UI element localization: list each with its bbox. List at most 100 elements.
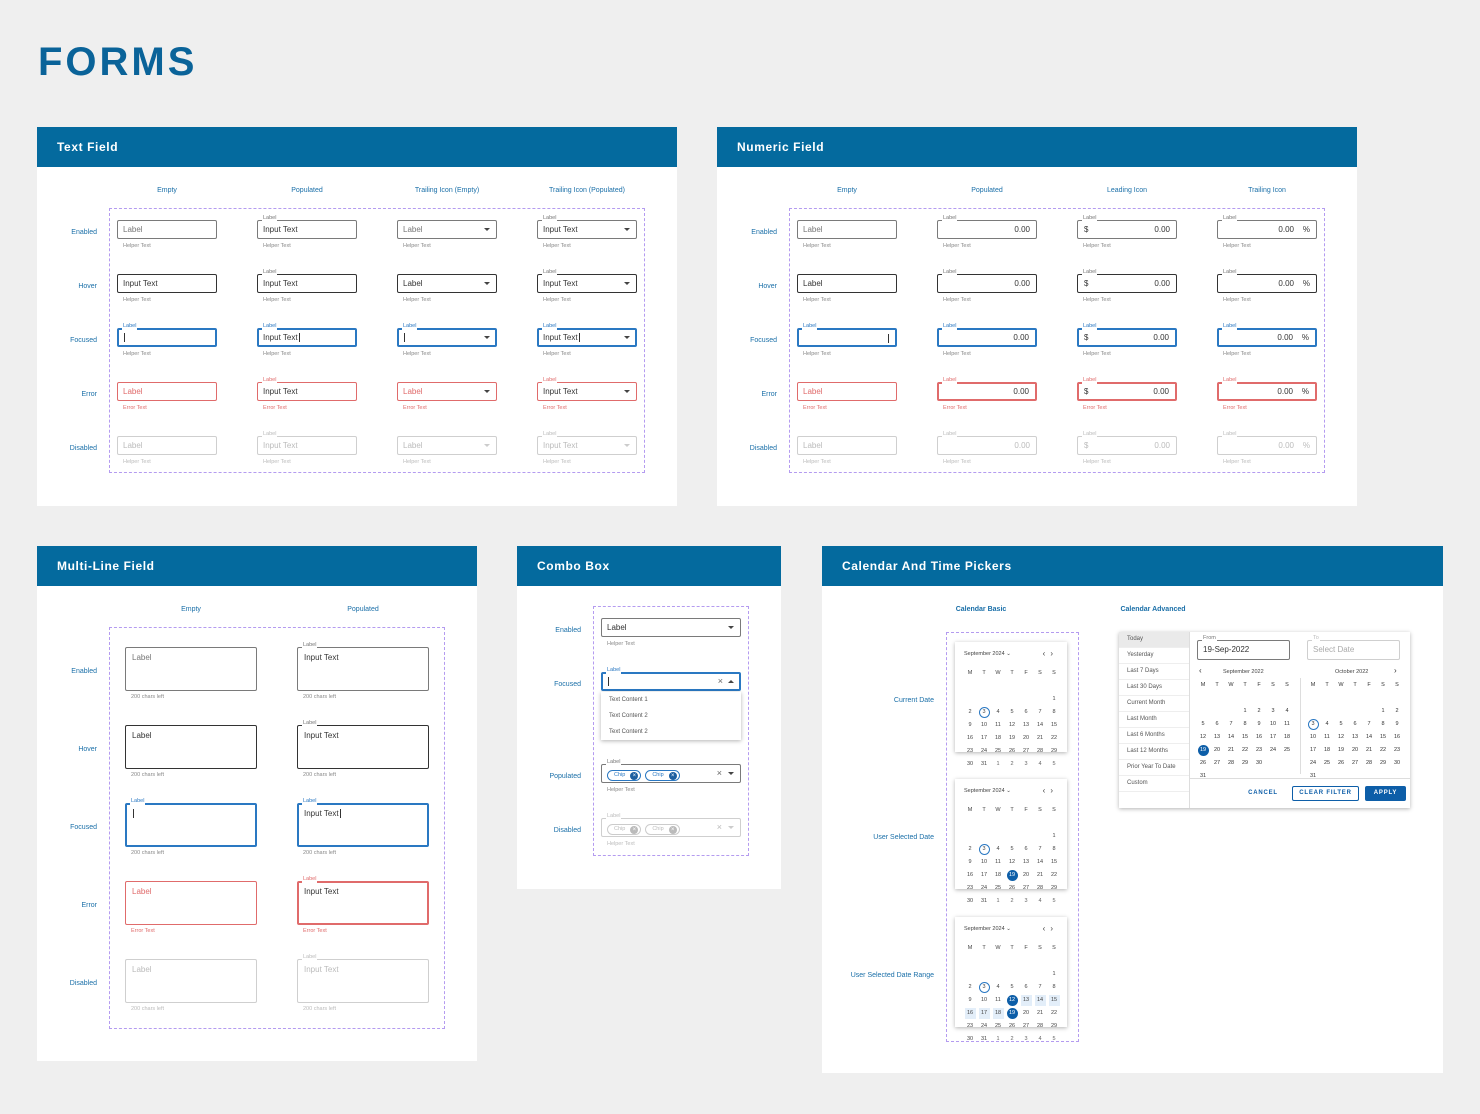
dropdown-option[interactable]: Text Content 2: [601, 724, 741, 740]
calendar-day[interactable]: 25: [1322, 758, 1333, 769]
calendar-day[interactable]: 11: [1282, 719, 1293, 730]
calendar-day[interactable]: 7: [1035, 844, 1046, 855]
calendar-day[interactable]: 22: [1049, 870, 1060, 881]
calendar-day[interactable]: 26: [1198, 758, 1209, 769]
calendar-day[interactable]: 25: [1282, 745, 1293, 756]
calendar-day[interactable]: 5: [1336, 719, 1347, 730]
to-date-field[interactable]: To Select Date: [1307, 635, 1400, 660]
calendar-day[interactable]: 23: [1254, 745, 1265, 756]
calendar-day[interactable]: 1: [1378, 706, 1389, 717]
calendar-day[interactable]: 16: [965, 733, 976, 744]
calendar-day[interactable]: 8: [1240, 719, 1251, 730]
currency-field[interactable]: Label $0.00: [1077, 323, 1177, 347]
numeric-field[interactable]: Label 0.00: [937, 377, 1037, 401]
calendar-day[interactable]: 4: [1035, 759, 1046, 770]
calendar-day[interactable]: 5: [1007, 844, 1018, 855]
calendar-day[interactable]: 30: [1392, 758, 1403, 769]
calendar-day[interactable]: 20: [1021, 733, 1032, 744]
calendar-day[interactable]: 18: [993, 733, 1004, 744]
calendar-day[interactable]: 31: [979, 759, 990, 770]
calendar-day[interactable]: 11: [993, 857, 1004, 868]
calendar-day[interactable]: 13: [1020, 995, 1032, 1006]
multi-line-field[interactable]: Label Input Text: [297, 642, 429, 691]
quick-select-item[interactable]: Last 6 Months: [1119, 728, 1189, 744]
calendar-day[interactable]: 2: [965, 707, 976, 718]
combo-box[interactable]: Label Chip × Chip × ×: [601, 759, 741, 783]
calendar-day[interactable]: 4: [993, 982, 1004, 993]
percent-field[interactable]: Label 0.00%: [1217, 269, 1317, 293]
cancel-button[interactable]: CANCEL: [1241, 786, 1285, 801]
calendar-day[interactable]: 5: [1049, 896, 1060, 907]
calendar-day[interactable]: 9: [965, 995, 976, 1006]
percent-field[interactable]: Label 0.00%: [1217, 215, 1317, 239]
calendar-day[interactable]: 23: [965, 883, 976, 894]
chevron-right-icon[interactable]: ›: [1050, 649, 1058, 658]
calendar-day[interactable]: 21: [1226, 745, 1237, 756]
chevron-left-icon[interactable]: ‹: [1199, 666, 1202, 675]
calendar-day[interactable]: 3: [978, 844, 990, 855]
apply-button[interactable]: APPLY: [1365, 786, 1406, 801]
calendar-day[interactable]: 13: [1350, 732, 1361, 743]
calendar-day[interactable]: 23: [965, 1021, 976, 1032]
calendar-day[interactable]: 4: [1322, 719, 1333, 730]
calendar-day[interactable]: 12: [1007, 720, 1018, 731]
calendar-day[interactable]: 16: [1392, 732, 1403, 743]
calendar-day[interactable]: 13: [1021, 857, 1032, 868]
multi-line-field[interactable]: Label: [125, 798, 257, 847]
calendar-day[interactable]: 30: [965, 1034, 976, 1045]
calendar-day[interactable]: 29: [1049, 883, 1060, 894]
calendar-day[interactable]: 31: [1198, 771, 1209, 782]
calendar-day[interactable]: 27: [1021, 1021, 1032, 1032]
month-nav[interactable]: ‹›: [1043, 649, 1058, 658]
calendar-day[interactable]: 22: [1049, 733, 1060, 744]
calendar-day[interactable]: 20: [1021, 1008, 1032, 1019]
calendar-day[interactable]: 22: [1378, 745, 1389, 756]
chip[interactable]: Chip ×: [645, 770, 680, 781]
calendar-day[interactable]: 5: [1007, 982, 1018, 993]
calendar-day[interactable]: 27: [1021, 746, 1032, 757]
calendar-day[interactable]: 19: [1006, 1008, 1018, 1019]
calendar-day[interactable]: 29: [1240, 758, 1251, 769]
calendar-day[interactable]: 10: [979, 720, 990, 731]
calendar-day[interactable]: 26: [1336, 758, 1347, 769]
calendar-day[interactable]: 5: [1198, 719, 1209, 730]
numeric-field[interactable]: Label: [797, 274, 897, 293]
currency-field[interactable]: Label $0.00: [1077, 215, 1177, 239]
percent-field[interactable]: Label 0.00%: [1217, 377, 1317, 401]
calendar-day[interactable]: 8: [1049, 982, 1060, 993]
calendar-day[interactable]: 14: [1364, 732, 1375, 743]
numeric-field[interactable]: Label: [797, 220, 897, 239]
calendar-day[interactable]: 23: [965, 746, 976, 757]
dropdown-option[interactable]: Text Content 1: [601, 692, 741, 708]
calendar-day[interactable]: 18: [1322, 745, 1333, 756]
calendar-day[interactable]: 31: [1308, 771, 1319, 782]
calendar-day[interactable]: 1: [993, 759, 1004, 770]
calendar-day[interactable]: 24: [979, 883, 990, 894]
calendar-day[interactable]: 13: [1021, 720, 1032, 731]
calendar-day[interactable]: 18: [1282, 732, 1293, 743]
calendar-day[interactable]: 28: [1035, 746, 1046, 757]
calendar-day[interactable]: 13: [1212, 732, 1223, 743]
calendar-day[interactable]: 26: [1007, 1021, 1018, 1032]
calendar-day[interactable]: 2: [965, 844, 976, 855]
calendar-day[interactable]: 24: [1308, 758, 1319, 769]
calendar-day[interactable]: 20: [1021, 870, 1032, 881]
calendar-day[interactable]: 5: [1007, 707, 1018, 718]
text-field[interactable]: Label Input Text: [257, 323, 357, 347]
chevron-right-icon[interactable]: ›: [1394, 666, 1397, 675]
calendar-day[interactable]: 5: [1049, 1034, 1060, 1045]
calendar-day[interactable]: 14: [1226, 732, 1237, 743]
text-field[interactable]: Label: [117, 220, 217, 239]
month-nav[interactable]: ‹›: [1043, 924, 1058, 933]
calendar-day[interactable]: 3: [1021, 1034, 1032, 1045]
calendar-day[interactable]: 19: [1006, 870, 1018, 881]
text-field[interactable]: Label Input Text: [257, 377, 357, 401]
calendar-day[interactable]: 29: [1049, 746, 1060, 757]
chip-remove-icon[interactable]: ×: [630, 771, 639, 780]
calendar-day[interactable]: 27: [1350, 758, 1361, 769]
calendar-day[interactable]: 1: [1049, 694, 1060, 705]
chevron-right-icon[interactable]: ›: [1050, 924, 1058, 933]
calendar-day[interactable]: 19: [1007, 733, 1018, 744]
calendar-day[interactable]: 25: [993, 746, 1004, 757]
calendar-day[interactable]: 20: [1212, 745, 1223, 756]
